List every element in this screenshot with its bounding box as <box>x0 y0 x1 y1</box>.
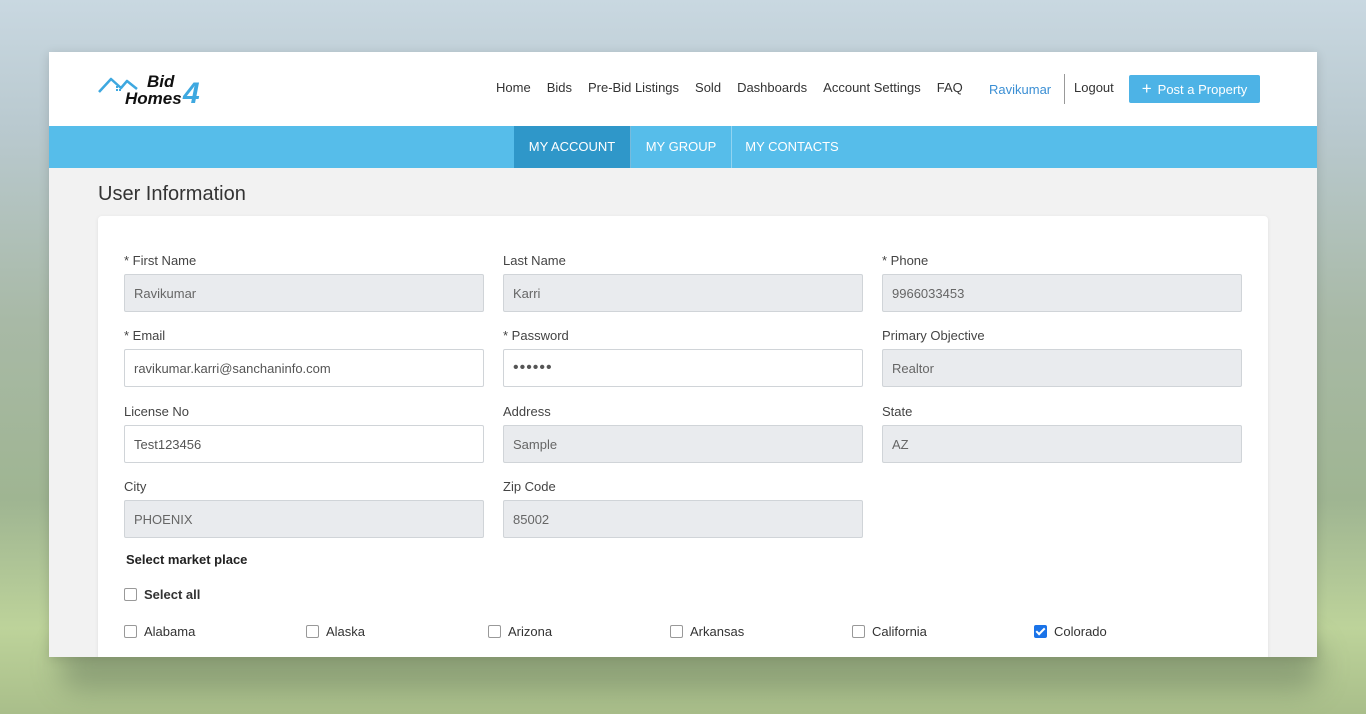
state-field[interactable] <box>882 425 1242 463</box>
phone-label: * Phone <box>882 253 929 268</box>
main-nav: Home Bids Pre-Bid Listings Sold Dashboar… <box>496 80 979 95</box>
nav-home[interactable]: Home <box>496 80 531 95</box>
nav-bids[interactable]: Bids <box>547 80 572 95</box>
address-label: Address <box>503 404 551 419</box>
tab-my-contacts[interactable]: MY CONTACTS <box>732 126 852 168</box>
state-checkbox-label: Arkansas <box>690 624 745 639</box>
state-checkbox-label: Alabama <box>144 624 196 639</box>
first-name-label: * First Name <box>124 253 197 268</box>
address-field[interactable] <box>503 425 863 463</box>
page-title: User Information <box>98 183 246 205</box>
account-tabbar: MY ACCOUNT MY GROUP MY CONTACTS <box>49 126 1317 168</box>
first-name-field[interactable] <box>124 274 484 312</box>
state-checkbox-label: Colorado <box>1054 624 1107 639</box>
state-checkbox-label: California <box>872 624 927 639</box>
password-label: * Password <box>503 328 569 343</box>
svg-text:Homes: Homes <box>125 89 182 108</box>
user-name-link[interactable]: Ravikumar <box>989 82 1051 97</box>
city-field[interactable] <box>124 500 484 538</box>
checkbox-box[interactable] <box>1034 625 1047 638</box>
checkbox-box[interactable] <box>670 625 683 638</box>
state-checkbox-alaska[interactable]: Alaska <box>306 624 365 639</box>
email-field[interactable] <box>124 349 484 387</box>
state-checkbox-arkansas[interactable]: Arkansas <box>670 624 744 639</box>
objective-field[interactable] <box>882 349 1242 387</box>
checkbox-box[interactable] <box>488 625 501 638</box>
app-window: Bid Homes 4 Home Bids Pre-Bid Listings S… <box>49 52 1317 657</box>
license-field[interactable] <box>124 425 484 463</box>
logout-link[interactable]: Logout <box>1074 80 1114 95</box>
state-checkbox-arizona[interactable]: Arizona <box>488 624 552 639</box>
svg-text:4: 4 <box>182 77 200 110</box>
nav-pre-bid-listings[interactable]: Pre-Bid Listings <box>588 80 679 95</box>
email-label: * Email <box>124 328 166 343</box>
post-property-button[interactable]: + Post a Property <box>1129 75 1260 103</box>
post-property-label: Post a Property <box>1157 81 1248 97</box>
last-name-field[interactable] <box>503 274 863 312</box>
state-label: State <box>882 404 913 419</box>
market-place-title: Select market place <box>126 552 248 567</box>
house-logo-icon: Bid Homes 4 <box>98 72 200 110</box>
bid4homes-logo[interactable]: Bid Homes 4 <box>97 70 207 110</box>
state-checkbox-california[interactable]: California <box>852 624 927 639</box>
objective-label: Primary Objective <box>882 328 985 343</box>
checkbox-box[interactable] <box>306 625 319 638</box>
nav-account-settings[interactable]: Account Settings <box>823 80 921 95</box>
city-label: City <box>124 479 147 494</box>
user-info-form: * First Name Last Name * Phone * Email *… <box>98 216 1268 657</box>
select-all-label: Select all <box>144 587 201 602</box>
checkbox-box[interactable] <box>124 588 137 601</box>
zip-field[interactable] <box>503 500 863 538</box>
checkbox-box[interactable] <box>852 625 865 638</box>
state-checkbox-label: Alaska <box>326 624 366 639</box>
select-all-checkbox[interactable]: Select all <box>124 587 200 602</box>
last-name-label: Last Name <box>503 253 566 268</box>
tab-my-account[interactable]: MY ACCOUNT <box>514 126 631 168</box>
phone-field[interactable] <box>882 274 1242 312</box>
nav-dashboards[interactable]: Dashboards <box>737 80 807 95</box>
checkbox-box[interactable] <box>124 625 137 638</box>
license-label: License No <box>124 404 190 419</box>
state-checkbox-alabama[interactable]: Alabama <box>124 624 195 639</box>
state-checkbox-colorado[interactable]: Colorado <box>1034 624 1107 639</box>
zip-label: Zip Code <box>503 479 556 494</box>
nav-faq[interactable]: FAQ <box>937 80 963 95</box>
nav-sold[interactable]: Sold <box>695 80 721 95</box>
nav-divider <box>1064 74 1065 104</box>
plus-icon: + <box>1141 78 1152 98</box>
state-checkbox-label: Arizona <box>508 624 553 639</box>
tab-my-group[interactable]: MY GROUP <box>631 126 732 168</box>
top-header: Bid Homes 4 Home Bids Pre-Bid Listings S… <box>49 52 1317 126</box>
password-field[interactable] <box>503 349 863 387</box>
